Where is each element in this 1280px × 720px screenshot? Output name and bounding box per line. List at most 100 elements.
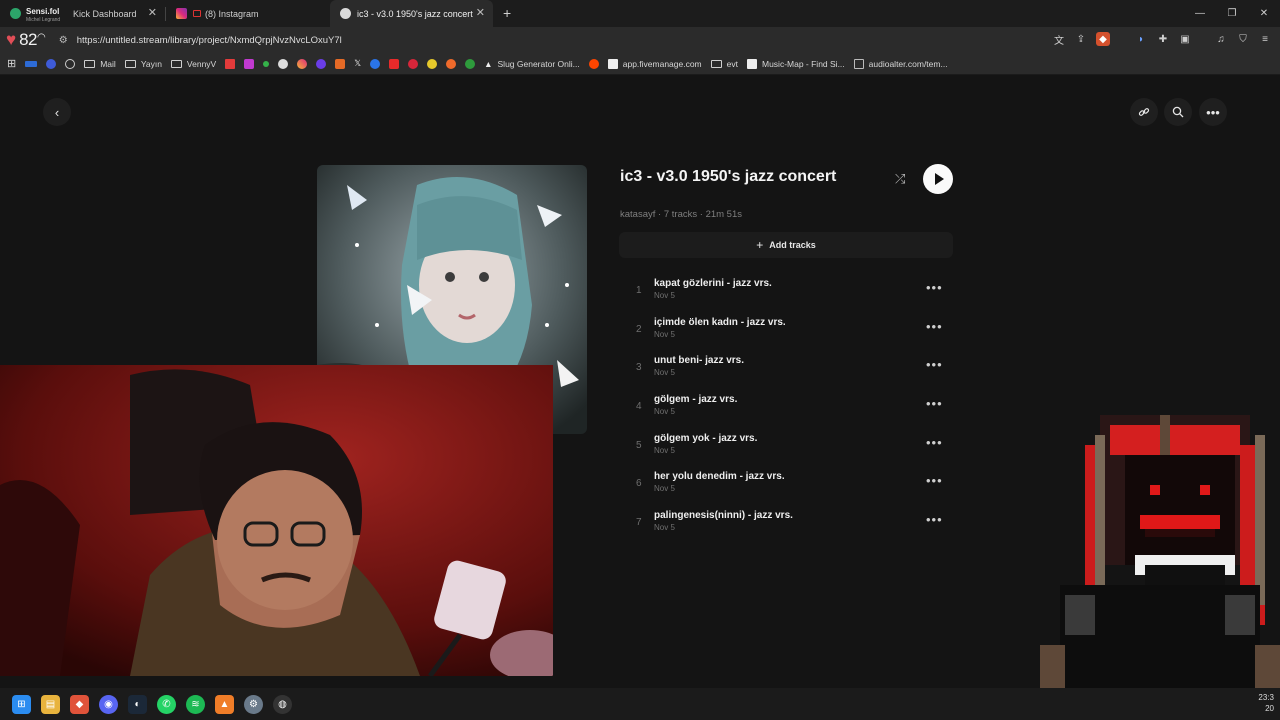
shuffle-button[interactable]: ⤮ [895, 171, 905, 187]
new-tab-icon[interactable]: + [503, 5, 511, 21]
brave-shield-icon[interactable]: ◆ [1096, 32, 1110, 46]
weather-temperature: 82 [19, 30, 38, 49]
site-settings-icon[interactable]: ⚙ [59, 35, 68, 46]
bookmark-icon[interactable] [225, 58, 236, 69]
reddit-icon[interactable] [588, 58, 599, 69]
bookmark-label: VennyV [186, 58, 217, 69]
add-tracks-button[interactable]: + Add tracks [619, 232, 953, 258]
settings-icon[interactable]: ⚙ [244, 694, 263, 714]
sidebar-icon[interactable]: ▣ [1178, 32, 1192, 46]
project-owner[interactable]: katasayf [620, 209, 655, 220]
wallet-icon[interactable]: ◗ [1134, 32, 1148, 46]
close-tab-icon[interactable]: ✕ [148, 8, 157, 19]
close-window-icon[interactable]: ✕ [1248, 8, 1280, 19]
track-title[interactable]: içimde ölen kadın - jazz vrs. [654, 317, 786, 328]
bookmark-mail[interactable]: Mail [84, 59, 116, 69]
share-icon[interactable]: ⇪ [1074, 32, 1088, 46]
back-button[interactable]: ‹ [43, 98, 71, 126]
bookmark-vennyv[interactable]: VennyV [170, 58, 217, 69]
track-title[interactable]: palingenesis(ninni) - jazz vrs. [654, 510, 793, 521]
track-more-icon[interactable]: ••• [926, 357, 943, 372]
bookmark-icon[interactable] [263, 60, 270, 67]
tab-untitled-stream[interactable]: ic3 - v3.0 1950's jazz concert ✕ [330, 0, 493, 27]
bookmark-audioalter[interactable]: audioalter.com/tem... [853, 58, 948, 69]
more-options-button[interactable]: ••• [1199, 98, 1227, 126]
bookmark-icon[interactable] [46, 58, 57, 69]
media-icon[interactable]: ♫ [1214, 32, 1228, 46]
translate-icon[interactable]: 文 [1052, 32, 1066, 47]
apps-grid-icon[interactable]: ⊞ [7, 57, 16, 70]
track-date: Nov 5 [654, 368, 675, 378]
clock-date: 20 [1265, 704, 1274, 713]
tab-instagram[interactable]: (8) Instagram [166, 0, 330, 27]
url-field[interactable]: https://untitled.stream/library/project/… [77, 35, 342, 46]
track-more-icon[interactable]: ••• [926, 473, 943, 488]
file-explorer-icon[interactable]: ▤ [41, 694, 60, 714]
track-title[interactable]: kapat gözlerini - jazz vrs. [654, 278, 772, 289]
windows-start-icon[interactable]: ⊞ [12, 694, 31, 714]
bookmark-icon[interactable] [370, 58, 381, 69]
track-more-icon[interactable]: ••• [926, 396, 943, 411]
heart-icon: ♥ [6, 30, 17, 49]
track-row[interactable]: 7 palingenesis(ninni) - jazz vrs. Nov 5 … [620, 506, 954, 545]
bookmark-icon[interactable] [446, 58, 457, 69]
track-title[interactable]: unut beni- jazz vrs. [654, 355, 744, 366]
bookmark-icon[interactable] [25, 60, 38, 67]
bookmark-yayin[interactable]: Yayın [124, 59, 162, 69]
track-more-icon[interactable]: ••• [926, 435, 943, 450]
whatsapp-icon[interactable]: ✆ [157, 694, 176, 714]
track-row[interactable]: 5 gölgem yok - jazz vrs. Nov 5 ••• [620, 429, 954, 468]
bookmark-icon[interactable] [408, 58, 419, 69]
track-title[interactable]: gölgem yok - jazz vrs. [654, 433, 757, 444]
track-number: 3 [636, 362, 642, 374]
tab-bar: Sensi.fol Michel Legrand Kick Dashboard … [0, 0, 1280, 27]
bookmark-icon[interactable] [465, 58, 476, 69]
x-icon[interactable]: 𝕏 [354, 58, 361, 69]
track-title[interactable]: her yolu denedim - jazz vrs. [654, 471, 785, 482]
bookmark-icon[interactable] [335, 58, 346, 69]
track-row[interactable]: 1 kapat gözlerini - jazz vrs. Nov 5 ••• [620, 274, 954, 313]
bookmark-fivemanage[interactable]: app.fivemanage.com [607, 58, 702, 69]
extensions-icon[interactable]: ✚ [1156, 32, 1170, 46]
maximize-icon[interactable]: ❐ [1216, 8, 1248, 19]
copy-link-button[interactable] [1130, 98, 1158, 126]
weather-icon: ◠ [37, 31, 46, 43]
toolbar-icons: 文 ⇪ ◆ ◗ ✚ ▣ ♫ ⛉ ≡ [1052, 32, 1272, 47]
bookmark-icon[interactable] [297, 58, 308, 69]
search-button[interactable] [1164, 98, 1192, 126]
vpn-icon[interactable]: ⛉ [1236, 32, 1250, 46]
track-more-icon[interactable]: ••• [926, 280, 943, 295]
youtube-icon[interactable] [389, 58, 400, 69]
track-title[interactable]: gölgem - jazz vrs. [654, 394, 737, 405]
steam-icon[interactable]: ◐ [128, 694, 147, 714]
track-row[interactable]: 4 gölgem - jazz vrs. Nov 5 ••• [620, 390, 954, 429]
spotify-icon[interactable]: ≋ [186, 694, 205, 714]
track-row[interactable]: 6 her yolu denedim - jazz vrs. Nov 5 ••• [620, 467, 954, 506]
track-number: 2 [636, 323, 642, 335]
folder-icon [710, 59, 722, 68]
bookmark-slug-generator[interactable]: ▲ Slug Generator Onli... [484, 59, 580, 69]
brave-browser-icon[interactable]: ◆ [70, 694, 89, 714]
bookmark-icon[interactable] [65, 58, 76, 69]
bookmark-icon[interactable] [244, 58, 255, 69]
bookmark-icon[interactable] [278, 58, 289, 69]
clock-time: 23:3 [1258, 693, 1274, 702]
minimize-icon[interactable]: — [1184, 8, 1216, 19]
system-clock[interactable]: 23:3 20 [1258, 692, 1274, 714]
close-tab-icon[interactable]: ✕ [476, 8, 485, 19]
bookmark-music-map[interactable]: Music-Map - Find Si... [747, 58, 845, 69]
track-row[interactable]: 2 içimde ölen kadın - jazz vrs. Nov 5 ••… [620, 313, 954, 352]
bookmark-evt[interactable]: evt [710, 59, 738, 69]
obs-icon[interactable]: ◍ [273, 694, 292, 714]
track-more-icon[interactable]: ••• [926, 319, 943, 334]
bookmark-icon[interactable] [316, 58, 327, 69]
play-button[interactable] [923, 164, 953, 194]
menu-icon[interactable]: ≡ [1258, 32, 1272, 46]
track-row[interactable]: 3 unut beni- jazz vrs. Nov 5 ••• [620, 351, 954, 390]
bookmark-label: audioalter.com/tem... [868, 58, 948, 69]
bookmark-icon[interactable] [427, 58, 438, 69]
discord-icon[interactable]: ◉ [99, 694, 118, 714]
track-more-icon[interactable]: ••• [926, 512, 943, 527]
tab-kick-dashboard[interactable]: Sensi.fol Michel Legrand Kick Dashboard … [0, 0, 165, 27]
app-icon[interactable]: ▲ [215, 694, 234, 714]
